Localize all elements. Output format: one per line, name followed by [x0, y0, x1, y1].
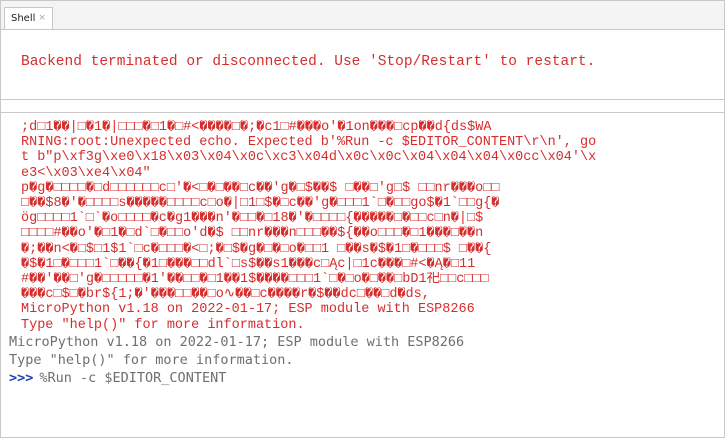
command-input[interactable]: %Run -c $EDITOR_CONTENT — [39, 369, 226, 387]
tab-shell[interactable]: Shell × — [4, 7, 53, 29]
output-line: RNING:root:Unexpected echo. Expected b'%… — [21, 135, 597, 151]
error-message: Backend terminated or disconnected. Use … — [21, 54, 596, 70]
output-line: p�g�□□□□�□d□□□□□□c□'�<□�□��□c��'g�□$��$ … — [21, 180, 500, 196]
output-line: ;d□1��|□�1�|□□□�□1�□#<����□�;�c1□#���o'�… — [21, 120, 492, 135]
output-line: #��'��□'g�□□□□□�1'��□□�□1��1$����□□□1`□�… — [21, 272, 489, 288]
output-line: t b"p\xf3g\xe0\x18\x03\x04\x0c\xc3\x04d\… — [21, 150, 597, 166]
tab-bar: Shell × — [1, 1, 724, 30]
output-line: ög□□□□1`□`�o□□□□�c�g1���n'�□□�□18�'�□□□□… — [21, 211, 484, 227]
output-line: □□□□#��o'�□1�□d`□�□□o'd�$ □□nr���n□□□��$… — [21, 226, 484, 242]
output-line: �$�1□�□□□1`□��{�1□���□□dl`□s$��s1���c□Ąc… — [21, 256, 476, 272]
output-line: MicroPython v1.18 on 2022-01-17; ESP mod… — [21, 302, 475, 318]
backend-error-banner: Backend terminated or disconnected. Use … — [1, 30, 724, 100]
shell-window: Shell × Backend terminated or disconnect… — [0, 0, 725, 438]
output-line: □��$8�'�□□□□s�����□□□□c□o�|□1□$�□c��'g�□… — [21, 196, 500, 212]
output-line: �;��n<�□$□1$1`□c�□□□�<□;�□$�g�□�□o�□□1 □… — [21, 241, 492, 257]
shell-console[interactable]: MicroPython v1.18 on 2022-01-17; ESP mod… — [1, 333, 724, 387]
shell-output: ;d□1��|□�1�|□□□�□1�□#<����□�;�c1□#���o'�… — [1, 113, 724, 333]
panel-divider — [1, 100, 724, 113]
tab-shell-label: Shell — [11, 13, 36, 24]
output-line: Type "help()" for more information. — [21, 317, 305, 333]
output-line: e3<\x03\xe4\x04" — [21, 165, 151, 181]
prompt-marker: >>> — [9, 369, 34, 386]
close-icon[interactable]: × — [38, 14, 46, 23]
banner-line: MicroPython v1.18 on 2022-01-17; ESP mod… — [9, 333, 465, 350]
prompt-line[interactable]: >>> %Run -c $EDITOR_CONTENT — [9, 369, 724, 387]
help-hint-line: Type "help()" for more information. — [9, 351, 294, 368]
output-line: ���c□$□�br${1;�'���□□��□o∿��□c����r�$��d… — [21, 287, 430, 303]
